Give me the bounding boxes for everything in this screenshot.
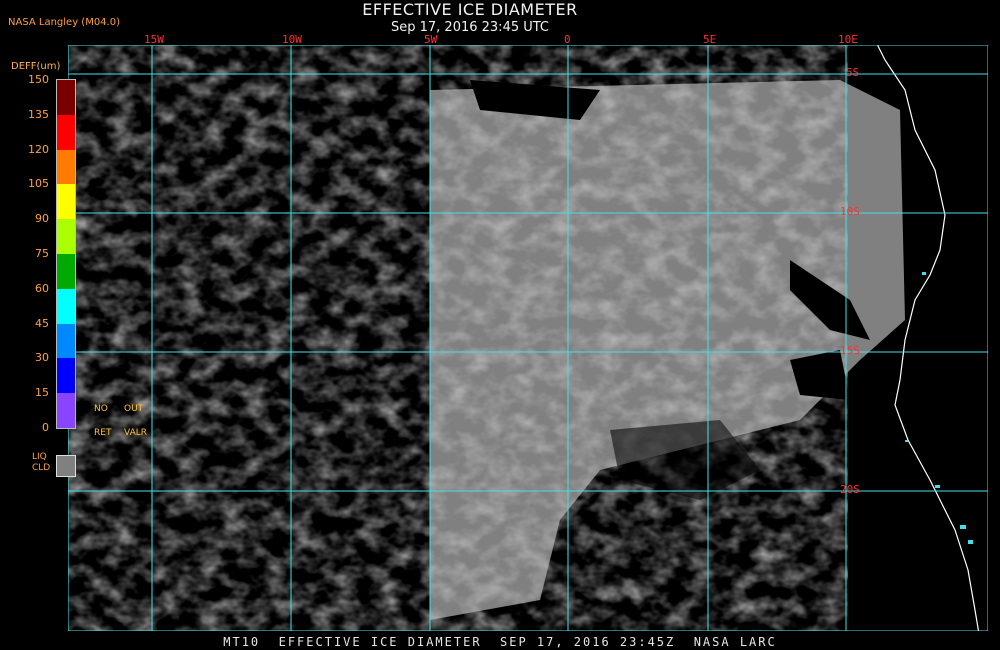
color-swatch	[57, 393, 75, 428]
lat-label: 20S	[840, 483, 860, 496]
footer-caption: MT10 EFFECTIVE ICE DIAMETER SEP 17, 2016…	[223, 635, 777, 649]
liquid-cloud-label: LIQ CLD	[32, 452, 51, 473]
page-title: EFFECTIVE ICE DIAMETER	[362, 0, 578, 19]
color-bar	[56, 79, 76, 429]
color-bar-tick-label: 90	[35, 212, 49, 226]
color-swatch	[57, 288, 75, 324]
satellite-map	[68, 45, 988, 631]
color-bar-tick-label: 45	[35, 316, 49, 330]
lon-label: 10W	[282, 33, 302, 46]
color-swatch	[57, 149, 75, 185]
lon-label: 15W	[144, 33, 164, 46]
color-swatch	[57, 80, 75, 115]
liquid-cloud-swatch	[56, 455, 76, 477]
lat-label: 15S	[840, 344, 860, 357]
color-swatch	[57, 219, 75, 254]
color-swatch	[57, 114, 75, 150]
color-bar-tick-label: 120	[28, 142, 49, 156]
page-subtitle: Sep 17, 2016 23:45 UTC	[390, 20, 550, 35]
lon-label: 0	[564, 33, 571, 46]
color-bar-tick-label: 105	[28, 177, 49, 191]
color-bar-tick-label: 15	[35, 386, 49, 400]
flag-label: VALR	[124, 428, 148, 438]
cloud-texture	[68, 45, 848, 631]
color-swatch	[57, 358, 75, 394]
color-bar-tick-label: 75	[35, 247, 49, 260]
color-swatch	[57, 184, 75, 220]
flag-label: RET	[94, 428, 112, 438]
lon-label: 5W	[424, 33, 438, 46]
flag-label: OUT	[124, 404, 144, 414]
lat-label: 10S	[840, 205, 860, 218]
lon-label: 10E	[838, 33, 858, 46]
lon-label: 5E	[703, 33, 717, 46]
color-bar-tick-label: 0	[42, 421, 49, 434]
flag-label: NO	[94, 404, 108, 414]
color-swatch	[57, 253, 75, 289]
legend-units: DEFF(um)	[11, 61, 61, 72]
lat-label: 5S	[846, 66, 860, 79]
color-swatch	[57, 323, 75, 359]
source-label: NASA Langley (M04.0)	[8, 17, 120, 28]
color-bar-tick-label: 60	[35, 281, 49, 295]
color-bar-tick-label: 150	[28, 73, 49, 86]
color-bar-tick-label: 30	[35, 351, 49, 365]
color-bar-tick-label: 135	[28, 107, 49, 121]
